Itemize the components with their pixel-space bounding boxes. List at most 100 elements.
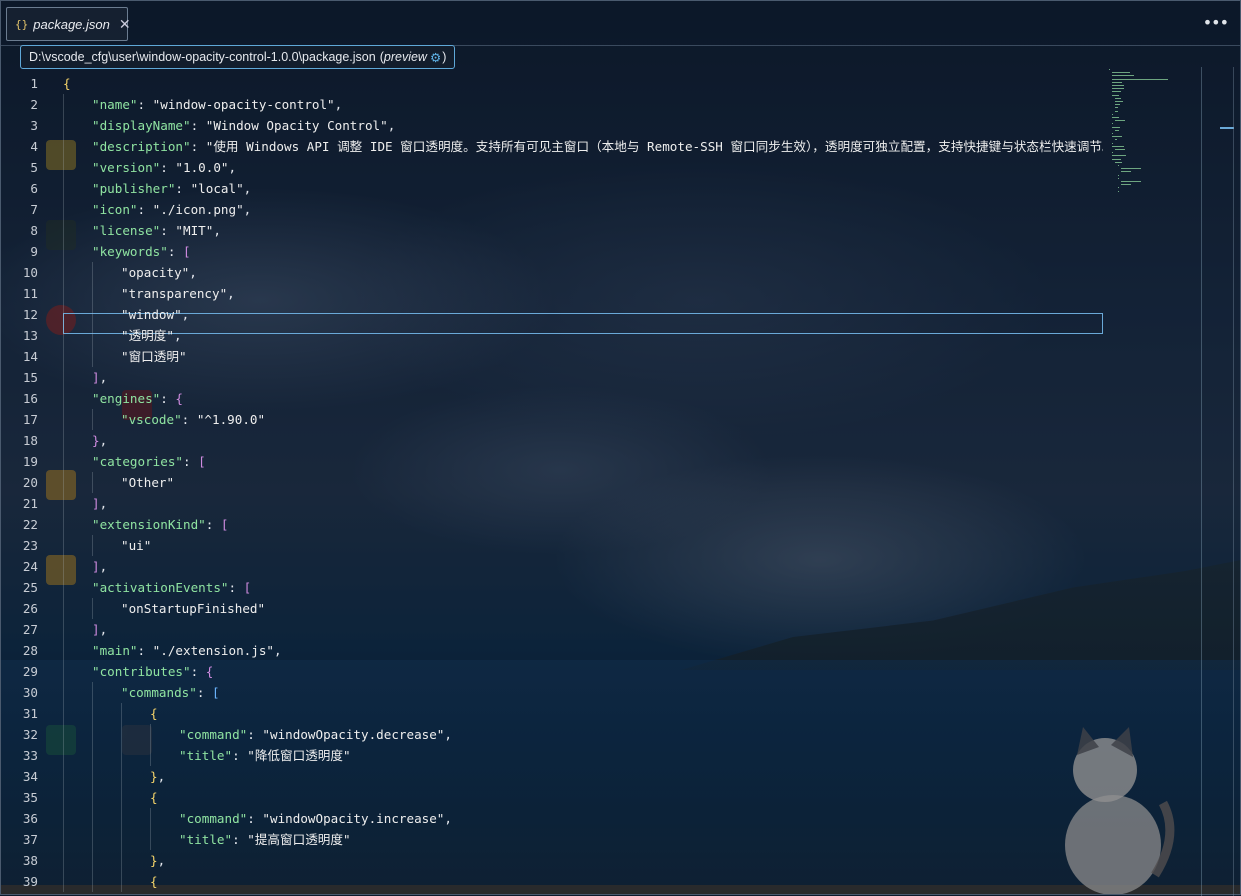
line-number: 33 xyxy=(22,748,38,763)
punctuation-token: [ xyxy=(183,244,191,259)
line-number: 19 xyxy=(22,454,38,469)
minimap[interactable] xyxy=(1107,67,1197,227)
punctuation-token: , xyxy=(274,643,282,658)
line-content: "window", xyxy=(121,304,189,325)
code-line[interactable]: 13 "透明度", xyxy=(1,325,1103,346)
code-line[interactable]: 11 "transparency", xyxy=(1,283,1103,304)
code-line[interactable]: 20 "Other" xyxy=(1,472,1103,493)
punctuation-token: , xyxy=(227,286,235,301)
line-content: { xyxy=(150,787,158,808)
line-content: }, xyxy=(92,430,107,451)
line-number: 2 xyxy=(30,97,38,112)
more-actions-icon[interactable]: ••• xyxy=(1203,13,1229,32)
close-icon[interactable]: ✕ xyxy=(119,16,131,33)
code-line[interactable]: 37 "title": "提高窗口透明度" xyxy=(1,829,1103,850)
line-content: }, xyxy=(150,850,165,871)
code-line[interactable]: 36 "command": "windowOpacity.increase", xyxy=(1,808,1103,829)
json-key-token: "version" xyxy=(92,160,161,175)
indent-guide xyxy=(63,724,64,745)
indent-guide xyxy=(92,871,93,892)
code-line[interactable]: 15], xyxy=(1,367,1103,388)
code-line[interactable]: 28 "main": "./extension.js", xyxy=(1,640,1103,661)
minimap-line xyxy=(1112,155,1126,157)
indent-guide xyxy=(63,640,64,661)
json-key-token: "contributes" xyxy=(92,664,191,679)
code-line[interactable]: 19 "categories": [ xyxy=(1,451,1103,472)
code-line[interactable]: 26 "onStartupFinished" xyxy=(1,598,1103,619)
code-line[interactable]: 9 "keywords": [ xyxy=(1,241,1103,262)
code-line[interactable]: 5 "version": "1.0.0", xyxy=(1,157,1103,178)
line-number: 34 xyxy=(22,769,38,784)
line-content: "onStartupFinished" xyxy=(121,598,265,619)
line-number: 12 xyxy=(22,307,38,322)
punctuation-token: : xyxy=(160,223,176,238)
indent-guide xyxy=(63,388,64,409)
overview-ruler[interactable] xyxy=(1233,67,1241,896)
line-number: 26 xyxy=(22,601,38,616)
json-key-token: "displayName" xyxy=(92,118,191,133)
code-line[interactable]: 10 "opacity", xyxy=(1,262,1103,283)
tab-label: package.json xyxy=(33,16,110,32)
punctuation-token: , xyxy=(387,118,396,133)
indent-guide xyxy=(63,661,64,682)
punctuation-token: : xyxy=(160,160,176,175)
code-line[interactable]: 7 "icon": "./icon.png", xyxy=(1,199,1103,220)
indent-guide xyxy=(63,220,64,241)
punctuation-token: , xyxy=(243,202,252,217)
line-content: "engines": { xyxy=(92,388,183,409)
tab-package-json[interactable]: {} package.json ✕ xyxy=(6,7,131,41)
code-line[interactable]: 30 "commands": [ xyxy=(1,682,1103,703)
indent-guide xyxy=(63,367,64,388)
minimap-line xyxy=(1112,81,1123,83)
line-content: "command": "windowOpacity.decrease", xyxy=(179,724,452,745)
code-line[interactable]: 23 "ui" xyxy=(1,535,1103,556)
line-content: }, xyxy=(150,766,165,787)
minimap-line xyxy=(1112,91,1122,93)
json-string-token: "Other" xyxy=(121,475,175,490)
code-line[interactable]: 22 "extensionKind": [ xyxy=(1,514,1103,535)
editor-scrollbar-track[interactable] xyxy=(1201,67,1204,896)
code-line[interactable]: 16 "engines": { xyxy=(1,388,1103,409)
indent-guide xyxy=(92,703,93,724)
code-line[interactable]: 38}, xyxy=(1,850,1103,871)
minimap-line xyxy=(1115,120,1126,122)
code-line[interactable]: 32 "command": "windowOpacity.decrease", xyxy=(1,724,1103,745)
minimap-line xyxy=(1112,78,1169,80)
line-content: "透明度", xyxy=(121,325,182,346)
code-line[interactable]: 14 "窗口透明" xyxy=(1,346,1103,367)
code-line[interactable]: 25 "activationEvents": [ xyxy=(1,577,1103,598)
code-line[interactable]: 33 "title": "降低窗口透明度" xyxy=(1,745,1103,766)
code-line[interactable]: 24], xyxy=(1,556,1103,577)
line-content: "icon": "./icon.png", xyxy=(92,199,251,220)
code-line[interactable]: 18}, xyxy=(1,430,1103,451)
code-line[interactable]: 8 "license": "MIT", xyxy=(1,220,1103,241)
code-editor[interactable]: 1{2 "name": "window-opacity-control", 3 "di… xyxy=(1,73,1103,896)
json-string-token: "使用 Windows API 调整 IDE 窗口透明度。支持所有可见主窗口（本… xyxy=(205,139,1103,154)
punctuation-token: : xyxy=(137,97,153,112)
code-line[interactable]: 17 "vscode": "^1.90.0" xyxy=(1,409,1103,430)
line-content: ], xyxy=(92,367,107,388)
gear-icon[interactable]: ⚙ xyxy=(430,50,441,65)
code-line[interactable]: 39 { xyxy=(1,871,1103,892)
code-line[interactable]: 12 "window", xyxy=(1,304,1103,325)
code-line[interactable]: 6 "publisher": "local", xyxy=(1,178,1103,199)
indent-guide xyxy=(63,787,64,808)
code-line[interactable]: 21], xyxy=(1,493,1103,514)
code-line[interactable]: 29 "contributes": { xyxy=(1,661,1103,682)
code-line[interactable]: 2 "name": "window-opacity-control", xyxy=(1,94,1103,115)
line-content: "ui" xyxy=(121,535,151,556)
indent-guide xyxy=(63,598,64,619)
json-key-token: "engines" xyxy=(92,391,161,406)
indent-guide xyxy=(63,283,64,304)
code-line[interactable]: 1{ xyxy=(1,73,1103,94)
code-line[interactable]: 34}, xyxy=(1,766,1103,787)
indent-guide xyxy=(92,766,93,787)
code-line[interactable]: 4 "description": "使用 Windows API 调整 IDE 窗… xyxy=(1,136,1103,157)
code-line[interactable]: 35 { xyxy=(1,787,1103,808)
code-line[interactable]: 31 { xyxy=(1,703,1103,724)
punctuation-token: { xyxy=(150,874,158,889)
punctuation-token: , xyxy=(99,496,108,511)
punctuation-token: : xyxy=(183,454,199,469)
code-line[interactable]: 3 "displayName": "Window Opacity Control"… xyxy=(1,115,1103,136)
code-line[interactable]: 27], xyxy=(1,619,1103,640)
